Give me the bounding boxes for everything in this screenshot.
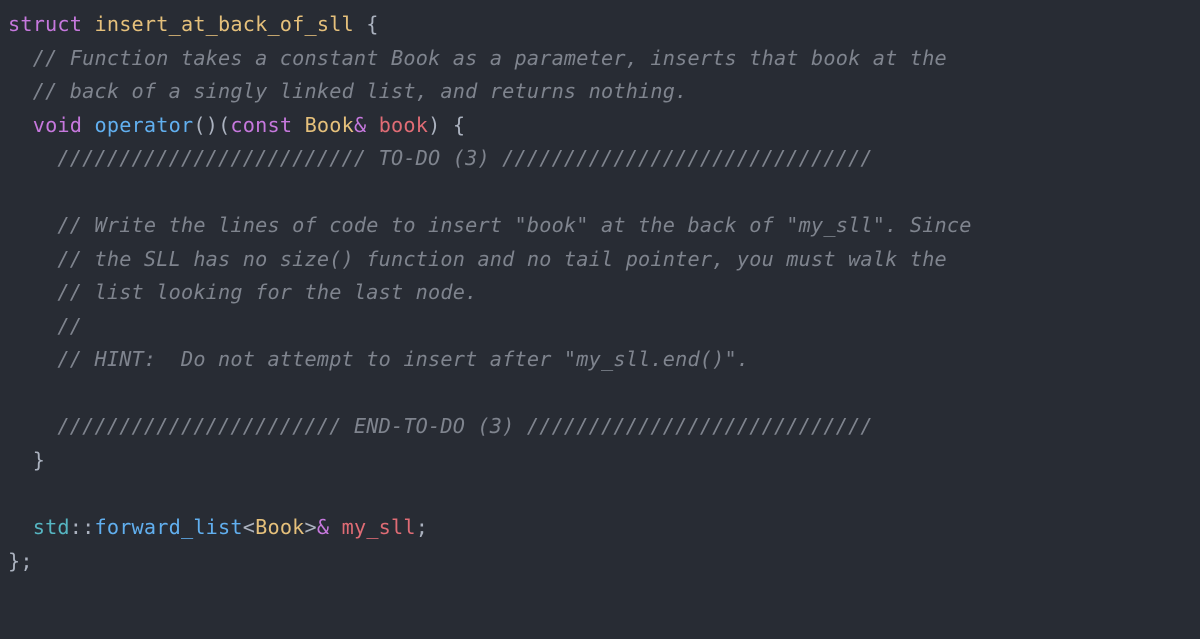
- fn-forward-list: forward_list: [95, 515, 243, 539]
- keyword-const: const: [230, 113, 292, 137]
- namespace-std: std: [33, 515, 70, 539]
- type-book: Book: [305, 113, 354, 137]
- member-my-sll: my_sll: [342, 515, 416, 539]
- open-brace: {: [366, 12, 378, 36]
- comment-line: // back of a singly linked list, and ret…: [33, 79, 688, 103]
- ampersand: &: [317, 515, 329, 539]
- param-book: book: [379, 113, 428, 137]
- comment-line: // list looking for the last node.: [57, 280, 477, 304]
- comment-line: // the SLL has no size() function and no…: [57, 247, 946, 271]
- code-block: struct insert_at_back_of_sll { // Functi…: [0, 0, 1200, 578]
- double-colon: ::: [70, 515, 95, 539]
- comment-todo-open: ///////////////////////// TO-DO (3) ////…: [57, 146, 872, 170]
- type-book: Book: [255, 515, 304, 539]
- open-brace: {: [453, 113, 465, 137]
- close-struct: };: [8, 549, 33, 573]
- ampersand: &: [354, 113, 366, 137]
- semicolon: ;: [416, 515, 428, 539]
- comment-hint: // HINT: Do not attempt to insert after …: [57, 347, 749, 371]
- paren-open: (: [193, 113, 205, 137]
- comment-todo-close: /////////////////////// END-TO-DO (3) //…: [57, 414, 872, 438]
- comment-line: // Function takes a constant Book as a p…: [33, 46, 947, 70]
- paren-open: (: [218, 113, 230, 137]
- type-struct-name: insert_at_back_of_sll: [94, 12, 353, 36]
- paren-close: ): [206, 113, 218, 137]
- keyword-void: void: [33, 113, 82, 137]
- comment-line: // Write the lines of code to insert "bo…: [57, 213, 971, 237]
- fn-operator: operator: [95, 113, 194, 137]
- close-brace: }: [33, 448, 45, 472]
- comment-line: //: [57, 314, 82, 338]
- keyword-struct: struct: [8, 12, 82, 36]
- angle-open: <: [243, 515, 255, 539]
- paren-close: ): [428, 113, 440, 137]
- angle-close: >: [305, 515, 317, 539]
